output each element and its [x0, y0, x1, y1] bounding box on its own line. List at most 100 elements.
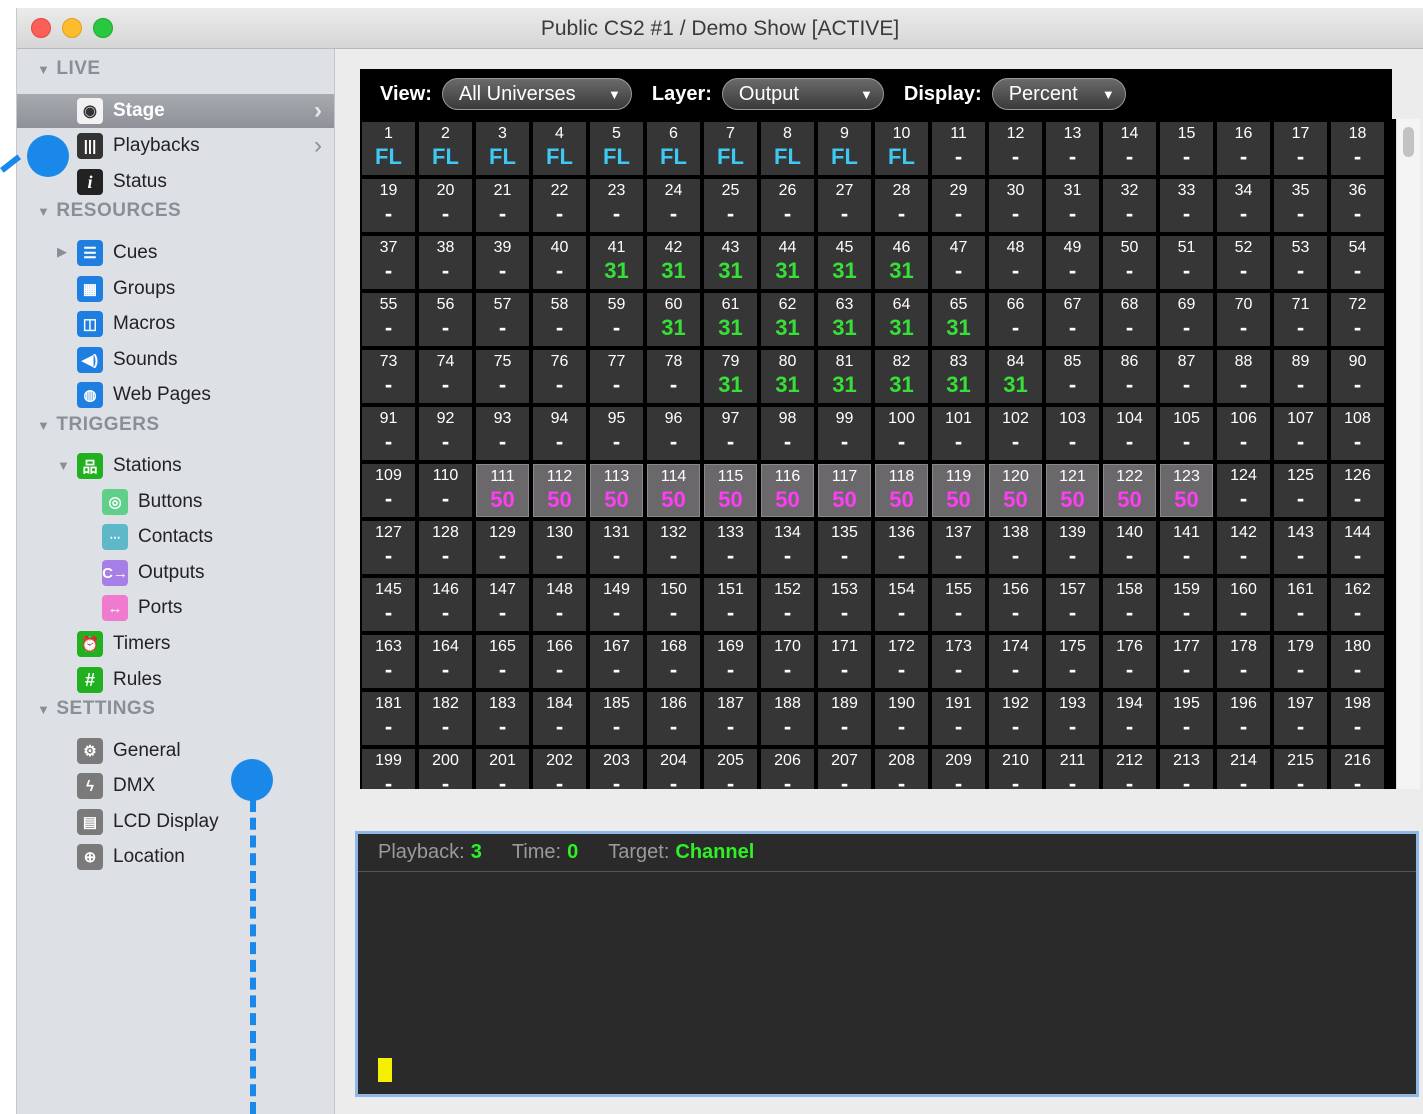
channel-cell[interactable]: 109 - [362, 464, 415, 517]
channel-cell[interactable]: 196 - [1217, 692, 1270, 745]
channel-cell[interactable]: 81 31 [818, 350, 871, 403]
channel-cell[interactable]: 103 - [1046, 407, 1099, 460]
channel-cell[interactable]: 183 - [476, 692, 529, 745]
channel-cell[interactable]: 55 - [362, 293, 415, 346]
channel-cell[interactable]: 49 - [1046, 236, 1099, 289]
channel-cell[interactable]: 31 - [1046, 179, 1099, 232]
channel-cell[interactable]: 110 - [419, 464, 472, 517]
channel-cell[interactable]: 101 - [932, 407, 985, 460]
channel-cell[interactable]: 215 - [1274, 749, 1327, 789]
channel-cell[interactable]: 158 - [1103, 578, 1156, 631]
channel-cell[interactable]: 60 31 [647, 293, 700, 346]
channel-cell[interactable]: 143 - [1274, 521, 1327, 574]
channel-cell[interactable]: 82 31 [875, 350, 928, 403]
channel-cell[interactable]: 129 - [476, 521, 529, 574]
channel-cell[interactable]: 152 - [761, 578, 814, 631]
channel-cell[interactable]: 13 - [1046, 122, 1099, 175]
channel-cell[interactable]: 96 - [647, 407, 700, 460]
channel-cell[interactable]: 91 - [362, 407, 415, 460]
grid-scrollbar[interactable] [1396, 119, 1420, 789]
channel-cell[interactable]: 33 - [1160, 179, 1213, 232]
channel-cell[interactable]: 193 - [1046, 692, 1099, 745]
sidebar-item-general[interactable]: ⚙ General [77, 734, 181, 768]
channel-cell[interactable]: 84 31 [989, 350, 1042, 403]
channel-cell[interactable]: 211 - [1046, 749, 1099, 789]
channel-cell[interactable]: 212 - [1103, 749, 1156, 789]
channel-cell[interactable]: 136 - [875, 521, 928, 574]
channel-cell[interactable]: 54 - [1331, 236, 1384, 289]
channel-cell[interactable]: 36 - [1331, 179, 1384, 232]
channel-cell[interactable]: 184 - [533, 692, 586, 745]
channel-cell[interactable]: 52 - [1217, 236, 1270, 289]
channel-cell[interactable]: 124 - [1217, 464, 1270, 517]
channel-cell[interactable]: 122 50 [1103, 464, 1156, 517]
channel-cell[interactable]: 58 - [533, 293, 586, 346]
channel-cell[interactable]: 192 - [989, 692, 1042, 745]
channel-cell[interactable]: 139 - [1046, 521, 1099, 574]
section-settings[interactable]: ▼ SETTINGS [37, 698, 155, 720]
channel-cell[interactable]: 87 - [1160, 350, 1213, 403]
channel-cell[interactable]: 142 - [1217, 521, 1270, 574]
channel-cell[interactable]: 80 31 [761, 350, 814, 403]
channel-cell[interactable]: 89 - [1274, 350, 1327, 403]
channel-cell[interactable]: 194 - [1103, 692, 1156, 745]
channel-cell[interactable]: 148 - [533, 578, 586, 631]
channel-cell[interactable]: 38 - [419, 236, 472, 289]
layer-select[interactable]: Output ▼ [721, 78, 884, 110]
channel-cell[interactable]: 137 - [932, 521, 985, 574]
channel-cell[interactable]: 5 FL [590, 122, 643, 175]
channel-cell[interactable]: 29 - [932, 179, 985, 232]
channel-cell[interactable]: 22 - [533, 179, 586, 232]
channel-cell[interactable]: 178 - [1217, 635, 1270, 688]
sidebar-item-outputs[interactable]: C→ Outputs [102, 556, 205, 590]
channel-cell[interactable]: 128 - [419, 521, 472, 574]
channel-cell[interactable]: 32 - [1103, 179, 1156, 232]
channel-cell[interactable]: 165 - [476, 635, 529, 688]
channel-cell[interactable]: 149 - [590, 578, 643, 631]
sidebar-item-rules[interactable]: # Rules [77, 663, 162, 697]
channel-cell[interactable]: 209 - [932, 749, 985, 789]
sidebar-item-groups[interactable]: ▦ Groups [77, 272, 175, 306]
channel-cell[interactable]: 100 - [875, 407, 928, 460]
channel-cell[interactable]: 99 - [818, 407, 871, 460]
channel-cell[interactable]: 27 - [818, 179, 871, 232]
channel-cell[interactable]: 154 - [875, 578, 928, 631]
channel-cell[interactable]: 86 - [1103, 350, 1156, 403]
channel-cell[interactable]: 12 - [989, 122, 1042, 175]
channel-cell[interactable]: 44 31 [761, 236, 814, 289]
channel-cell[interactable]: 17 - [1274, 122, 1327, 175]
channel-cell[interactable]: 16 - [1217, 122, 1270, 175]
channel-cell[interactable]: 180 - [1331, 635, 1384, 688]
channel-cell[interactable]: 51 - [1160, 236, 1213, 289]
channel-cell[interactable]: 50 - [1103, 236, 1156, 289]
channel-cell[interactable]: 74 - [419, 350, 472, 403]
channel-cell[interactable]: 6 FL [647, 122, 700, 175]
channel-cell[interactable]: 202 - [533, 749, 586, 789]
channel-cell[interactable]: 76 - [533, 350, 586, 403]
channel-cell[interactable]: 90 - [1331, 350, 1384, 403]
channel-cell[interactable]: 106 - [1217, 407, 1270, 460]
channel-cell[interactable]: 159 - [1160, 578, 1213, 631]
channel-cell[interactable]: 70 - [1217, 293, 1270, 346]
channel-cell[interactable]: 172 - [875, 635, 928, 688]
channel-cell[interactable]: 181 - [362, 692, 415, 745]
channel-cell[interactable]: 24 - [647, 179, 700, 232]
sidebar-item-ports[interactable]: ↔ Ports [102, 591, 182, 625]
channel-cell[interactable]: 177 - [1160, 635, 1213, 688]
channel-cell[interactable]: 45 31 [818, 236, 871, 289]
sidebar-item-dmx[interactable]: ϟ DMX [77, 769, 155, 803]
channel-cell[interactable]: 182 - [419, 692, 472, 745]
sidebar-item-sounds[interactable]: ◀) Sounds [77, 343, 177, 377]
channel-cell[interactable]: 174 - [989, 635, 1042, 688]
channel-cell[interactable]: 98 - [761, 407, 814, 460]
scrollbar-thumb[interactable] [1403, 127, 1414, 157]
channel-cell[interactable]: 132 - [647, 521, 700, 574]
channel-cell[interactable]: 93 - [476, 407, 529, 460]
display-select[interactable]: Percent ▼ [991, 78, 1126, 110]
channel-cell[interactable]: 214 - [1217, 749, 1270, 789]
channel-cell[interactable]: 53 - [1274, 236, 1327, 289]
channel-cell[interactable]: 160 - [1217, 578, 1270, 631]
channel-cell[interactable]: 47 - [932, 236, 985, 289]
sidebar-item-macros[interactable]: ◫ Macros [77, 307, 175, 341]
section-live[interactable]: ▼ LIVE [37, 58, 101, 80]
